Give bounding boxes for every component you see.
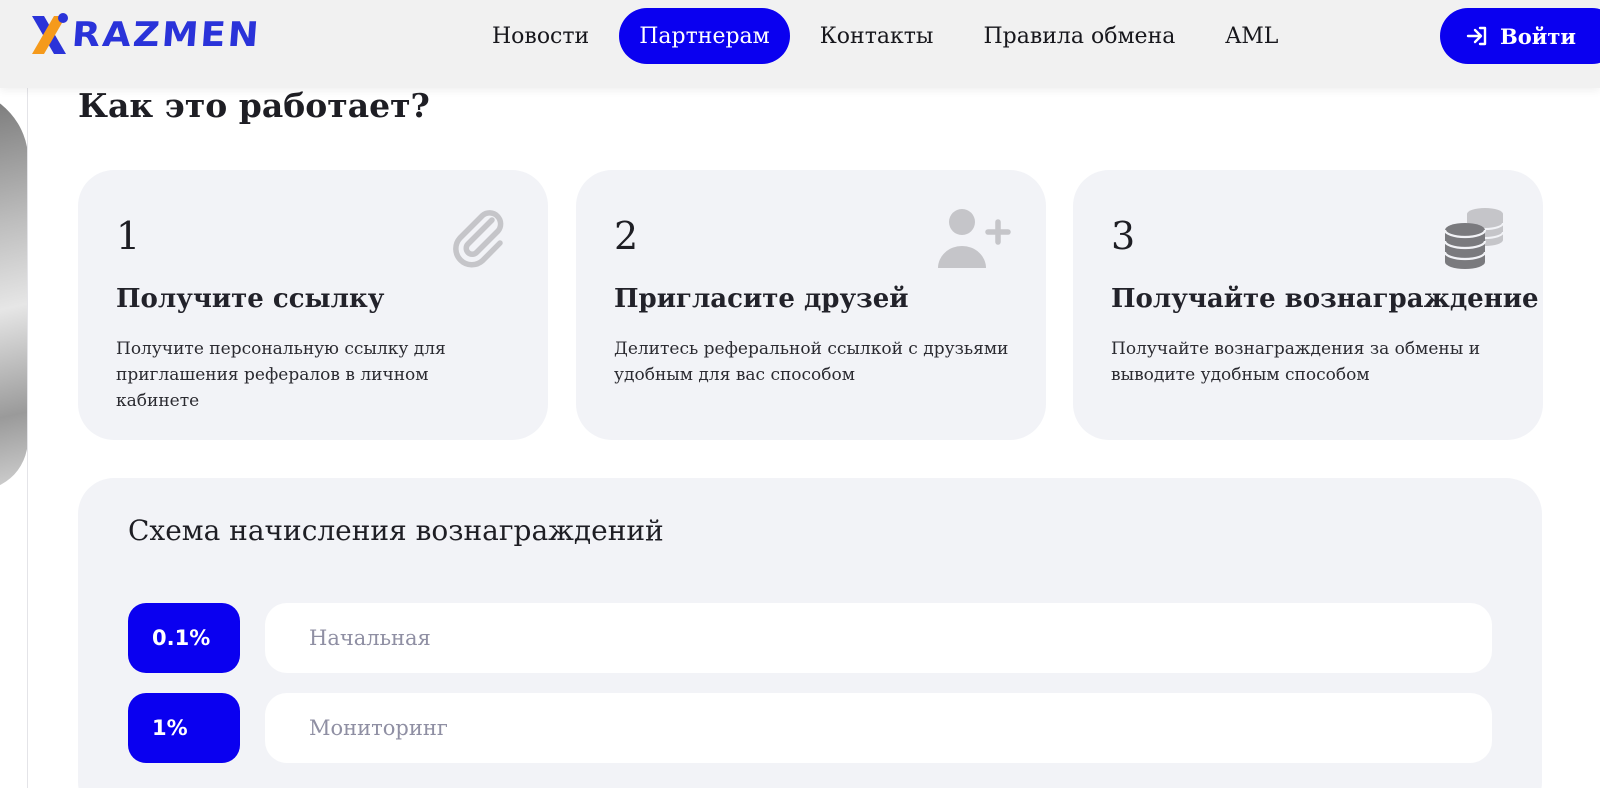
step-description: Получайте вознаграждения за обмены и выв… (1111, 339, 1481, 385)
tier-name: Мониторинг (265, 693, 1492, 763)
reward-tier-row: 1% Мониторинг (128, 693, 1492, 763)
nav-item-aml[interactable]: AML (1205, 8, 1298, 64)
step-card-get-reward: 3 Получайте вознаграждение Получайте воз… (1073, 170, 1543, 440)
step-description: Делитесь реферальной ссылкой с друзьями … (614, 339, 1009, 385)
step-number: 3 (1111, 214, 1136, 258)
step-card-invite-friends: 2 Пригласите друзей Делитесь реферальной… (576, 170, 1046, 440)
step-title: Получайте вознаграждение (1111, 284, 1539, 314)
login-button-label: Войти (1500, 23, 1576, 49)
step-card-get-link: 1 Получите ссылку Получите персональную … (78, 170, 548, 440)
tier-percent-badge: 0.1% (128, 603, 240, 673)
step-number: 2 (614, 214, 639, 258)
nav-item-partners[interactable]: Партнерам (619, 8, 790, 64)
step-title: Получите ссылку (116, 284, 385, 314)
coins-icon (1443, 208, 1504, 269)
reward-tier-row: 0.1% Начальная (128, 603, 1492, 673)
main-nav: Новости Партнерам Контакты Правила обмен… (472, 8, 1308, 64)
nav-item-exchange-rules[interactable]: Правила обмена (963, 8, 1195, 64)
logo-x-icon (32, 13, 68, 54)
step-number: 1 (116, 214, 141, 258)
site-header: RAZMEN Новости Партнерам Контакты Правил… (0, 0, 1600, 88)
nav-item-news[interactable]: Новости (472, 8, 609, 64)
left-decorative-image (0, 88, 28, 788)
rewards-scheme-title: Схема начисления вознаграждений (128, 514, 664, 547)
user-plus-icon (938, 209, 1011, 268)
nav-item-contacts[interactable]: Контакты (800, 8, 954, 64)
sign-in-arrow-icon (1466, 26, 1487, 46)
login-button[interactable]: Войти (1440, 8, 1600, 64)
site-logo[interactable]: RAZMEN (28, 12, 262, 58)
rewards-scheme-panel: Схема начисления вознаграждений 0.1% Нач… (78, 478, 1542, 788)
tier-name: Начальная (265, 603, 1492, 673)
logo-text: RAZMEN (70, 15, 263, 55)
step-title: Пригласите друзей (614, 284, 909, 314)
tier-percent-badge: 1% (128, 693, 240, 763)
step-description: Получите персональную ссылку для приглаш… (116, 339, 446, 411)
section-title: Как это работает? (78, 86, 430, 125)
paperclip-icon (453, 210, 504, 268)
